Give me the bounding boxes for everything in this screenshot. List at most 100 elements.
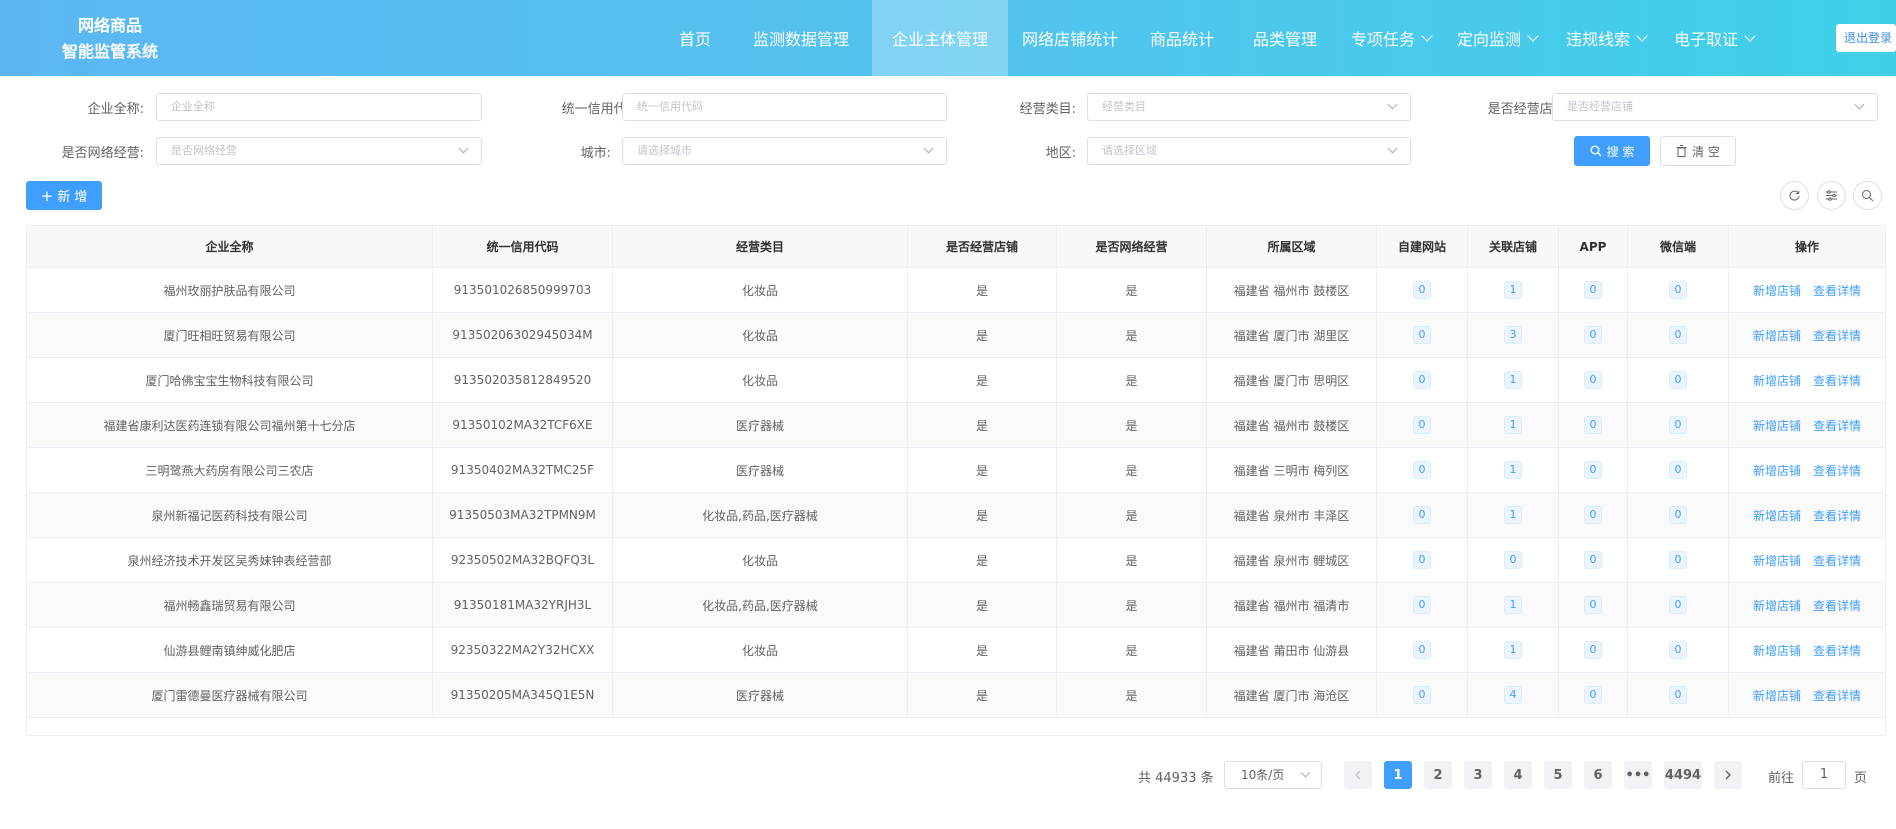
add-shop-link[interactable]: 新增店铺 xyxy=(1753,507,1801,524)
add-shop-link[interactable]: 新增店铺 xyxy=(1753,417,1801,434)
nav-item-6[interactable]: 品类管理 xyxy=(1232,0,1338,76)
table-cell: 医疗器械 xyxy=(613,448,908,493)
count-badge[interactable]: 1 xyxy=(1504,281,1522,299)
nav-item-9[interactable]: 违规线索 xyxy=(1550,0,1662,76)
count-badge[interactable]: 0 xyxy=(1413,596,1431,614)
count-badge[interactable]: 0 xyxy=(1413,506,1431,524)
page-button[interactable]: 3 xyxy=(1464,761,1492,789)
count-badge[interactable]: 0 xyxy=(1669,551,1687,569)
count-badge[interactable]: 0 xyxy=(1413,326,1431,344)
page-button[interactable]: 1 xyxy=(1384,761,1412,789)
category-select[interactable]: 经营类目 xyxy=(1087,93,1411,121)
count-badge[interactable]: 1 xyxy=(1504,641,1522,659)
count-badge[interactable]: 0 xyxy=(1584,461,1602,479)
page-button[interactable]: 4494 xyxy=(1664,761,1702,789)
count-badge[interactable]: 0 xyxy=(1669,596,1687,614)
count-badge[interactable]: 0 xyxy=(1669,326,1687,344)
count-badge[interactable]: 1 xyxy=(1504,596,1522,614)
count-badge[interactable]: 0 xyxy=(1584,371,1602,389)
count-badge[interactable]: 0 xyxy=(1669,686,1687,704)
view-detail-link[interactable]: 查看详情 xyxy=(1813,687,1861,704)
goto-page-input[interactable]: 1 xyxy=(1802,761,1846,789)
count-badge[interactable]: 0 xyxy=(1584,416,1602,434)
count-badge[interactable]: 0 xyxy=(1504,551,1522,569)
region-select[interactable]: 请选择区域 xyxy=(1087,137,1411,165)
add-shop-link[interactable]: 新增店铺 xyxy=(1753,552,1801,569)
table-cell: 0 xyxy=(1559,583,1628,628)
add-button[interactable]: + 新 增 xyxy=(26,181,102,210)
view-detail-link[interactable]: 查看详情 xyxy=(1813,552,1861,569)
page-button[interactable]: 4 xyxy=(1504,761,1532,789)
view-detail-link[interactable]: 查看详情 xyxy=(1813,642,1861,659)
view-detail-link[interactable]: 查看详情 xyxy=(1813,462,1861,479)
page-button[interactable]: 2 xyxy=(1424,761,1452,789)
add-shop-link[interactable]: 新增店铺 xyxy=(1753,687,1801,704)
prev-page-button[interactable] xyxy=(1344,761,1372,789)
add-shop-link[interactable]: 新增店铺 xyxy=(1753,327,1801,344)
company-name-input[interactable]: 企业全称 xyxy=(156,93,482,121)
view-detail-link[interactable]: 查看详情 xyxy=(1813,507,1861,524)
next-page-button[interactable] xyxy=(1714,761,1742,789)
count-badge[interactable]: 0 xyxy=(1584,551,1602,569)
page-button[interactable]: 5 xyxy=(1544,761,1572,789)
count-badge[interactable]: 1 xyxy=(1504,416,1522,434)
city-select[interactable]: 请选择城市 xyxy=(622,137,947,165)
count-badge[interactable]: 0 xyxy=(1413,641,1431,659)
add-shop-link[interactable]: 新增店铺 xyxy=(1753,372,1801,389)
toggle-search-button[interactable] xyxy=(1853,181,1882,210)
count-badge[interactable]: 0 xyxy=(1669,641,1687,659)
more-pages-button[interactable]: ••• xyxy=(1624,761,1652,789)
count-badge[interactable]: 0 xyxy=(1584,686,1602,704)
logout-button[interactable]: 退出登录 xyxy=(1836,24,1896,52)
count-badge[interactable]: 1 xyxy=(1504,371,1522,389)
count-badge[interactable]: 4 xyxy=(1504,686,1522,704)
refresh-button[interactable] xyxy=(1780,181,1809,210)
count-badge[interactable]: 1 xyxy=(1504,461,1522,479)
nav-item-1[interactable]: 首页 xyxy=(660,0,730,76)
add-shop-link[interactable]: 新增店铺 xyxy=(1753,597,1801,614)
nav-item-3[interactable]: 企业主体管理 xyxy=(872,0,1008,76)
view-detail-link[interactable]: 查看详情 xyxy=(1813,417,1861,434)
clear-button[interactable]: 清 空 xyxy=(1660,136,1736,166)
view-detail-link[interactable]: 查看详情 xyxy=(1813,282,1861,299)
count-badge[interactable]: 0 xyxy=(1413,551,1431,569)
view-detail-link[interactable]: 查看详情 xyxy=(1813,597,1861,614)
count-badge[interactable]: 0 xyxy=(1413,371,1431,389)
count-badge[interactable]: 0 xyxy=(1669,506,1687,524)
count-badge[interactable]: 0 xyxy=(1584,596,1602,614)
count-badge[interactable]: 0 xyxy=(1584,506,1602,524)
count-badge[interactable]: 0 xyxy=(1669,281,1687,299)
count-badge[interactable]: 0 xyxy=(1413,686,1431,704)
count-badge[interactable]: 0 xyxy=(1669,416,1687,434)
nav-item-4[interactable]: 网络店铺统计 xyxy=(1008,0,1132,76)
count-badge[interactable]: 0 xyxy=(1584,326,1602,344)
table-cell: 0 xyxy=(1628,448,1729,493)
columns-setting-button[interactable] xyxy=(1817,181,1846,210)
view-detail-link[interactable]: 查看详情 xyxy=(1813,327,1861,344)
has-shop-select[interactable]: 是否经营店铺 xyxy=(1552,93,1878,121)
nav-item-8[interactable]: 定向监测 xyxy=(1444,0,1550,76)
search-button[interactable]: 搜 索 xyxy=(1574,136,1650,166)
count-badge[interactable]: 0 xyxy=(1669,371,1687,389)
count-badge[interactable]: 0 xyxy=(1413,416,1431,434)
credit-code-input[interactable]: 统一信用代码 xyxy=(622,93,947,121)
nav-item-2[interactable]: 监测数据管理 xyxy=(730,0,872,76)
count-badge[interactable]: 1 xyxy=(1504,506,1522,524)
add-shop-link[interactable]: 新增店铺 xyxy=(1753,462,1801,479)
nav-item-10[interactable]: 电子取证 xyxy=(1662,0,1766,76)
count-badge[interactable]: 0 xyxy=(1584,281,1602,299)
add-shop-link[interactable]: 新增店铺 xyxy=(1753,282,1801,299)
add-shop-link[interactable]: 新增店铺 xyxy=(1753,642,1801,659)
online-select[interactable]: 是否网络经营 xyxy=(156,137,482,165)
count-badge[interactable]: 0 xyxy=(1413,281,1431,299)
count-badge[interactable]: 0 xyxy=(1669,461,1687,479)
count-badge[interactable]: 0 xyxy=(1584,641,1602,659)
table-cell: 0 xyxy=(1559,628,1628,673)
nav-item-7[interactable]: 专项任务 xyxy=(1338,0,1444,76)
count-badge[interactable]: 0 xyxy=(1413,461,1431,479)
view-detail-link[interactable]: 查看详情 xyxy=(1813,372,1861,389)
nav-item-5[interactable]: 商品统计 xyxy=(1132,0,1232,76)
page-size-select[interactable]: 10条/页 xyxy=(1224,761,1322,789)
page-button[interactable]: 6 xyxy=(1584,761,1612,789)
count-badge[interactable]: 3 xyxy=(1504,326,1522,344)
